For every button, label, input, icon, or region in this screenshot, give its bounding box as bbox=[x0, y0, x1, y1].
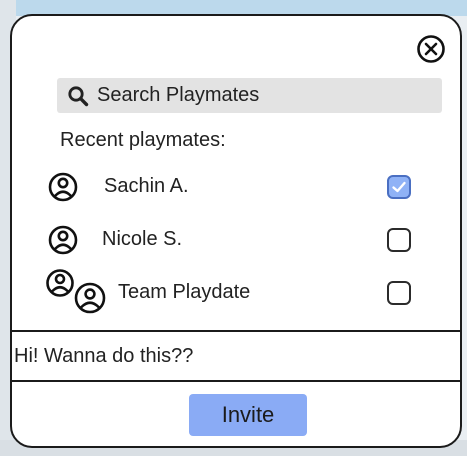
close-circle-icon bbox=[417, 35, 445, 63]
playmate-name: Sachin A. bbox=[104, 175, 189, 197]
playmate-row[interactable]: Sachin A. bbox=[12, 164, 460, 208]
close-button[interactable] bbox=[416, 34, 446, 64]
group-icon bbox=[46, 269, 106, 314]
invite-button[interactable]: Invite bbox=[189, 394, 307, 436]
playmate-row[interactable]: Nicole S. bbox=[12, 217, 460, 261]
user-icon bbox=[48, 172, 78, 202]
playmate-checkbox[interactable] bbox=[387, 175, 411, 199]
check-icon bbox=[392, 181, 406, 193]
divider bbox=[12, 380, 460, 382]
search-icon bbox=[68, 85, 89, 106]
user-icon bbox=[48, 225, 78, 255]
playmate-checkbox[interactable] bbox=[387, 281, 411, 305]
search-input[interactable] bbox=[95, 77, 442, 114]
playmate-checkbox[interactable] bbox=[387, 228, 411, 252]
playmate-row[interactable]: Team Playdate bbox=[12, 269, 460, 314]
search-bar bbox=[57, 77, 442, 114]
playmate-name: Nicole S. bbox=[102, 228, 183, 250]
invite-playmates-dialog: Recent playmates: Sachin A. Nicole S. bbox=[10, 14, 462, 448]
recent-playmates-label: Recent playmates: bbox=[60, 129, 226, 151]
playmate-name: Team Playdate bbox=[118, 281, 251, 303]
message-text[interactable]: Hi! Wanna do this?? bbox=[12, 332, 460, 380]
